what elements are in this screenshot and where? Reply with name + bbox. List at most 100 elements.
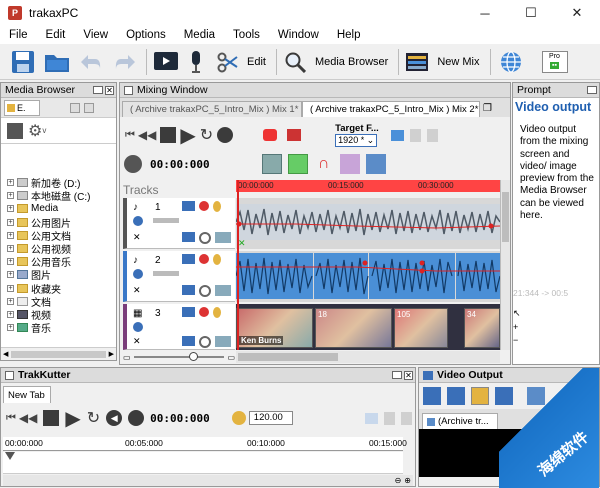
loop-icon[interactable]: ↻ [200, 125, 213, 145]
tree-item-drive-d[interactable]: + 新加卷 (D:) [1, 176, 116, 190]
video-clip[interactable]: 34 [464, 308, 500, 348]
pane-close-icon[interactable]: ✕ [404, 370, 413, 380]
mix-vscroll[interactable] [500, 180, 510, 350]
track-2-lane[interactable] [236, 251, 500, 302]
pan-icon[interactable] [199, 336, 211, 348]
new-mix-button[interactable] [403, 47, 431, 77]
zoom-out-icon[interactable]: ▭ [123, 353, 131, 362]
track-fx-icon[interactable] [182, 336, 195, 346]
tree-item-favorites[interactable]: + 收藏夹 [1, 282, 116, 296]
tab-mix-1[interactable]: ( Archive trakaxPC_5_Intro_Mix ) Mix 1* [122, 101, 302, 117]
media-browser-tab[interactable]: E. [4, 99, 40, 116]
pan-icon[interactable] [199, 285, 211, 297]
effects-tool-icon[interactable] [339, 154, 360, 174]
expand-icon[interactable]: + [7, 310, 14, 318]
video-clip[interactable]: Ken Burns [236, 308, 313, 348]
bulb-icon[interactable] [213, 254, 221, 265]
open-folder-button[interactable] [40, 47, 74, 77]
track-fx-icon[interactable] [182, 232, 195, 242]
mute-icon[interactable] [263, 129, 278, 141]
remove-track-icon[interactable]: ✕ [133, 285, 141, 296]
bulb-icon[interactable] [213, 201, 221, 212]
menu-edit[interactable]: Edit [37, 29, 75, 41]
expand-icon[interactable]: + [7, 231, 14, 239]
redo-button[interactable] [108, 47, 142, 77]
new-mix-label[interactable]: New Mix [437, 56, 479, 68]
media-browser-label[interactable]: Media Browser [315, 56, 388, 68]
expand-icon[interactable]: + [7, 179, 14, 187]
pane-float-icon[interactable] [93, 86, 103, 94]
pointer-icon[interactable]: ↖ [513, 308, 521, 319]
trakkutter-ruler[interactable]: 00:00:000 00:05:000 00:10:000 00:15:000 [3, 437, 407, 451]
pane-close-icon[interactable]: ✕ [105, 85, 114, 95]
target-select[interactable]: 1920 * ⌄ [335, 134, 378, 147]
video-output-tab[interactable]: (Archive tr... [422, 413, 498, 429]
minimize-button[interactable]: ─ [462, 0, 508, 26]
menu-view[interactable]: View [74, 29, 117, 41]
volume-curve-icon[interactable] [365, 154, 386, 174]
tab-new-tab[interactable]: New Tab [3, 386, 51, 403]
copy-icon[interactable] [409, 128, 421, 142]
menu-tools[interactable]: Tools [224, 29, 269, 41]
edit-button[interactable] [215, 47, 241, 77]
stop-icon[interactable] [160, 127, 177, 143]
folder-icon[interactable] [364, 412, 378, 424]
tree-item-public-pictures[interactable]: + 公用图片 [1, 216, 116, 230]
video-clip[interactable]: 18 [315, 308, 392, 348]
web-button[interactable] [495, 47, 527, 77]
fit-icon[interactable] [447, 387, 465, 405]
record-icon[interactable] [217, 127, 234, 143]
scroll-right-icon[interactable]: ▶ [109, 350, 114, 358]
scroll-thumb[interactable] [11, 350, 106, 358]
expand-icon[interactable]: + [7, 258, 14, 266]
menu-options[interactable]: Options [117, 29, 175, 41]
track-fx-icon[interactable] [182, 285, 195, 295]
video-clip[interactable]: 105 [394, 308, 448, 348]
rewind-start-icon[interactable]: ⏮ [6, 412, 16, 425]
pan-icon[interactable] [199, 232, 211, 244]
expand-icon[interactable]: + [7, 218, 14, 226]
media-browser-button[interactable] [281, 47, 309, 77]
remove-track-icon[interactable]: ✕ [133, 336, 141, 347]
volume-slider[interactable] [153, 218, 179, 223]
lock-icon[interactable] [471, 387, 489, 405]
zoom-in-icon[interactable]: ▭ [227, 353, 235, 362]
rewind-icon[interactable]: ◀◀ [19, 411, 37, 425]
play-icon[interactable]: ▶ [180, 123, 195, 148]
bulb-icon[interactable] [213, 307, 221, 318]
paste-icon[interactable] [426, 128, 438, 142]
zoom-2x-icon[interactable] [423, 387, 441, 405]
tree-item-public-documents[interactable]: + 公用文档 [1, 229, 116, 243]
stop-icon[interactable] [7, 122, 23, 139]
save-button[interactable] [6, 47, 40, 77]
stop-icon[interactable] [43, 410, 60, 426]
gear-icon[interactable]: ⚙ [28, 121, 42, 141]
menu-help[interactable]: Help [328, 29, 370, 41]
zoom-handle[interactable] [188, 352, 198, 361]
zoom-out-icon[interactable]: ⊖ [395, 476, 402, 485]
expand-icon[interactable]: + [7, 192, 14, 200]
tree-item-drive-c[interactable]: + 本地磁盘 (C:) [1, 189, 116, 203]
volume-knob-icon[interactable] [133, 269, 143, 279]
edit-label[interactable]: Edit [247, 56, 266, 68]
timeline-ruler[interactable]: 00:00:000 00:15:000 00:30:000 [236, 180, 500, 192]
video-preview-button[interactable] [151, 47, 181, 77]
film-icon[interactable] [182, 201, 195, 211]
magnet-icon[interactable]: ∩ [314, 154, 334, 174]
playhead-marker[interactable] [5, 452, 15, 460]
tree-item-documents[interactable]: + 文档 [1, 295, 116, 309]
pane-float-icon[interactable] [587, 86, 597, 94]
record-track-icon[interactable] [199, 307, 209, 317]
plus-icon[interactable]: + [513, 322, 521, 332]
scroll-left-icon[interactable]: ◀ [3, 350, 8, 358]
delete-clip-icon[interactable] [287, 129, 302, 141]
folder-icon[interactable] [390, 129, 404, 141]
menu-window[interactable]: Window [269, 29, 328, 41]
zoom-slider[interactable] [133, 352, 225, 361]
copy-icon[interactable] [383, 411, 395, 425]
tab-mix-2[interactable]: ( Archive trakaxPC_5_Intro_Mix ) Mix 2* [302, 101, 480, 117]
clip-tool-icon[interactable] [287, 154, 308, 174]
expand-icon[interactable]: + [7, 297, 14, 305]
rewind-start-icon[interactable]: ⏮ [125, 129, 135, 142]
tab-option-icon[interactable] [70, 102, 80, 113]
